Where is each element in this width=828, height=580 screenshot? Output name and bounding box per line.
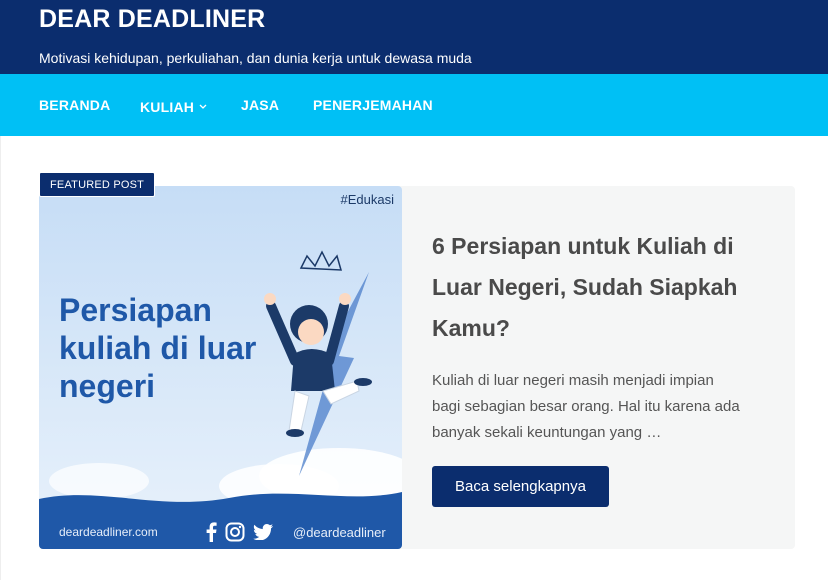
site-tagline: Motivasi kehidupan, perkuliahan, dan dun… [39,50,472,66]
nav-item-beranda[interactable]: BERANDA [39,97,110,113]
nav-label: KULIAH [140,99,195,115]
image-handle: @deardeadliner [293,525,386,540]
image-headline-line: negeri [59,368,156,404]
post-title-line: Kamu? [432,315,510,341]
post-excerpt-line: Kuliah di luar negeri masih menjadi impi… [432,372,714,389]
site-header: DEAR DEADLINER Motivasi kehidupan, perku… [0,0,828,74]
featured-post-image[interactable]: #Edukasi Persiapan kuliah di luar negeri… [39,186,402,549]
nav-item-jasa[interactable]: JASA [241,97,279,113]
post-title-line: 6 Persiapan untuk Kuliah di [432,233,734,259]
post-excerpt-line: bagi sebagian besar orang. Hal itu karen… [432,398,740,415]
facebook-icon [205,522,217,547]
nav-label: PENERJEMAHAN [313,97,433,113]
nav-label: BERANDA [39,97,111,113]
nav-item-kuliah[interactable]: KULIAH [140,97,207,115]
image-headline-line: Persiapan [59,292,212,328]
image-headline-line: kuliah di luar [59,330,257,366]
main-nav: BERANDA KULIAH JASA PENERJEMAHAN [0,74,828,136]
twitter-icon [253,524,273,545]
image-hashtag: #Edukasi [340,192,394,207]
instagram-icon [225,522,245,547]
post-title-line: Luar Negeri, Sudah Siapkah [432,274,738,300]
read-more-button[interactable]: Baca selengkapnya [432,466,609,507]
nav-item-penerjemahan[interactable]: PENERJEMAHAN [313,97,433,113]
post-excerpt-line: banyak sekali keuntungan yang … [432,424,662,441]
post-title[interactable]: 6 Persiapan untuk Kuliah di Luar Negeri,… [432,226,772,349]
chevron-down-icon [199,97,207,113]
image-website: deardeadliner.com [59,525,158,539]
featured-post-badge: FEATURED POST [39,172,156,197]
image-social-icons [205,522,275,544]
nav-label: JASA [241,97,280,113]
site-title[interactable]: DEAR DEADLINER [39,5,265,34]
post-excerpt: Kuliah di luar negeri masih menjadi impi… [432,368,772,446]
image-headline: Persiapan kuliah di luar negeri [59,291,256,405]
